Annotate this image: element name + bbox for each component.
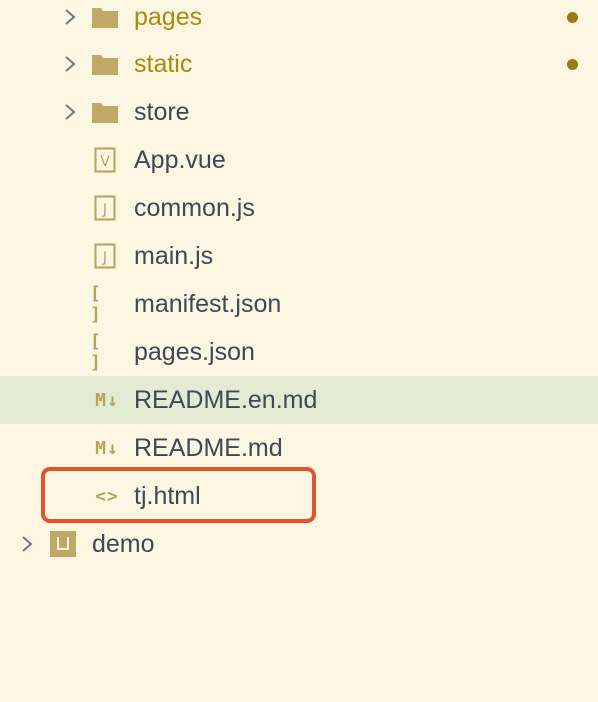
tree-item-common-js[interactable]: J common.js [0, 184, 598, 232]
html-file-icon: <> [95, 485, 119, 507]
tree-item-readme-md[interactable]: M↓ README.md [0, 424, 598, 472]
tree-item-label: pages.json [134, 338, 255, 366]
tree-item-label: main.js [134, 242, 214, 270]
modified-indicator [567, 58, 578, 70]
project-explorer: pages static store V App.vue J common.js… [0, 0, 598, 702]
folder-icon [92, 4, 118, 30]
svg-text:J: J [102, 202, 107, 218]
markdown-file-icon: M↓ [95, 389, 119, 411]
tree-item-label: demo [92, 530, 155, 558]
tree-item-label: static [134, 50, 193, 78]
js-file-icon: J [92, 195, 118, 221]
chevron-right-icon[interactable] [64, 55, 76, 73]
modified-indicator [567, 11, 578, 23]
tree-item-main-js[interactable]: J main.js [0, 232, 598, 280]
json-file-icon: [ ] [90, 331, 102, 373]
json-file-icon: [ ] [90, 283, 102, 325]
tree-item-pages[interactable]: pages [0, 0, 598, 41]
js-file-icon: J [92, 243, 118, 269]
tree-item-readme-en-md[interactable]: M↓ README.en.md [0, 376, 598, 424]
tree-item-pages-json[interactable]: [ ] pages.json [0, 328, 598, 376]
tree-item-label: App.vue [134, 146, 226, 174]
svg-text:J: J [102, 250, 107, 266]
tree-item-manifest-json[interactable]: [ ] manifest.json [0, 280, 598, 328]
tree-item-tj-html[interactable]: <> tj.html [0, 472, 598, 520]
tree-item-label: common.js [134, 194, 255, 222]
tree-item-demo[interactable]: demo [0, 520, 598, 568]
tree-item-label: store [134, 98, 190, 126]
chevron-right-icon[interactable] [21, 535, 33, 553]
tree-item-label: README.en.md [134, 386, 318, 414]
tree-item-label: pages [134, 3, 203, 31]
tree-item-store[interactable]: store [0, 88, 598, 136]
chevron-right-icon[interactable] [64, 8, 76, 26]
project-folder-icon [50, 531, 76, 557]
tree-item-label: tj.html [134, 482, 201, 510]
folder-icon [92, 99, 118, 125]
tree-item-app-vue[interactable]: V App.vue [0, 136, 598, 184]
vue-file-icon: V [92, 147, 118, 173]
folder-icon [92, 51, 118, 77]
tree-item-static[interactable]: static [0, 40, 598, 88]
tree-item-label: README.md [134, 434, 283, 462]
tree-item-label: manifest.json [134, 290, 282, 318]
chevron-right-icon[interactable] [64, 103, 76, 121]
markdown-file-icon: M↓ [95, 437, 119, 459]
svg-text:V: V [100, 154, 110, 170]
